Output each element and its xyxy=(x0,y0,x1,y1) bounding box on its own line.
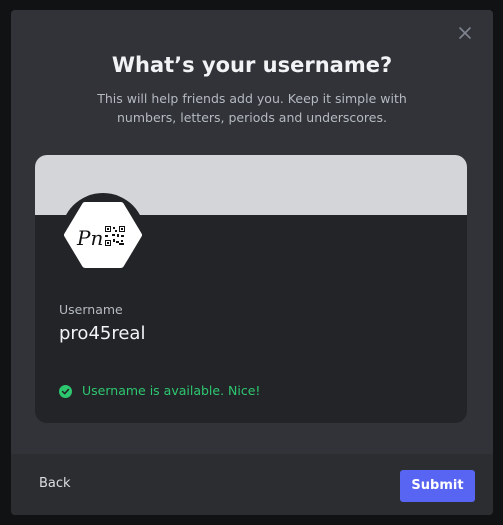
modal-title: What’s your username? xyxy=(111,53,393,77)
modal-subtitle: This will help friends add you. Keep it … xyxy=(97,91,407,125)
qr-code-icon xyxy=(104,225,126,247)
username-label: Username xyxy=(59,302,123,317)
username-modal: What’s your username? This will help fri… xyxy=(11,10,493,515)
availability-text: Username is available. Nice! xyxy=(82,383,261,398)
availability-status: Username is available. Nice! xyxy=(59,382,260,400)
close-icon xyxy=(459,27,471,39)
submit-button[interactable]: Submit xyxy=(400,470,475,502)
avatar: Pn xyxy=(61,193,145,277)
profile-preview-card: Pn Username pro45real Username is availa… xyxy=(35,155,467,423)
modal-footer: Back Submit xyxy=(11,454,493,515)
username-input[interactable] xyxy=(59,322,439,346)
avatar-initials: Pn xyxy=(76,226,103,250)
close-button[interactable] xyxy=(455,23,475,43)
check-circle-icon xyxy=(59,384,72,398)
back-button[interactable]: Back xyxy=(39,474,71,494)
